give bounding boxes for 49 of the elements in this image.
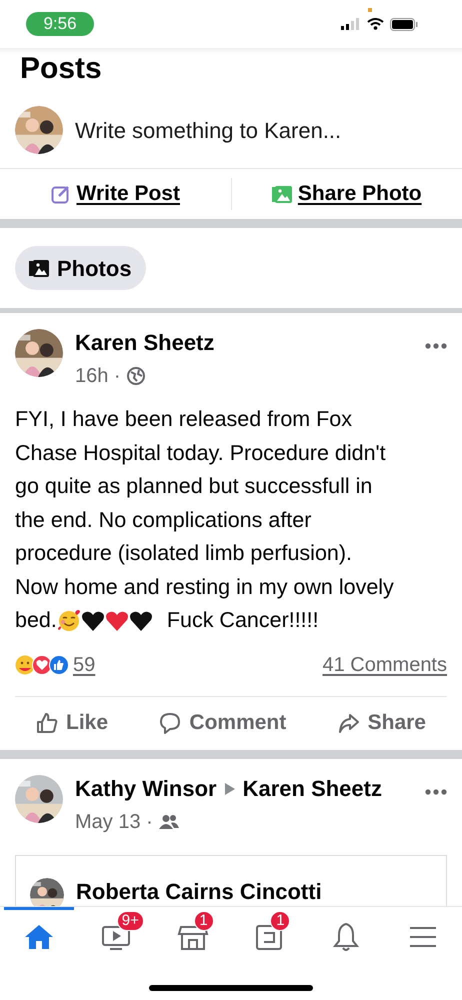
page-title: Posts [19, 54, 103, 87]
author-name[interactable]: Kathy Winsor [75, 774, 217, 802]
edit-icon [50, 184, 71, 204]
post-text: procedure (isolated limb perfusion). [15, 540, 352, 567]
post-text: Fuck Cancer!!!!! [166, 607, 319, 634]
reaction-count[interactable]: 59 [73, 650, 96, 680]
photos-icon [29, 258, 49, 278]
signal-icon [341, 18, 361, 30]
share-photo-button[interactable]: Share Photo [272, 178, 422, 210]
write-post-button[interactable]: Write Post [50, 178, 180, 210]
heart-icon [104, 610, 129, 632]
author-name[interactable]: Karen Sheetz [75, 329, 214, 357]
post-text: bed. [15, 607, 57, 634]
battery-icon [390, 18, 418, 30]
like-button[interactable]: Like [36, 706, 108, 738]
wifi-icon [367, 18, 384, 30]
clock-pill: 9:56 [26, 12, 94, 36]
author-name[interactable]: Roberta Cairns Cincotti [76, 878, 322, 904]
like-reaction-icon [49, 654, 69, 674]
post-text: Now home and resting in my own lovely [15, 574, 394, 600]
post-text: Chase Hospital today. Procedure didn't [15, 440, 386, 466]
image-icon [272, 184, 292, 204]
composer-field[interactable]: Write something to Karen... [75, 114, 342, 146]
thumbs-up-icon [36, 712, 58, 734]
hug-emoji-icon [15, 654, 35, 674]
notification-badge: 1 [194, 911, 214, 931]
comment-button[interactable]: Comment [159, 706, 286, 738]
heart-icon [80, 610, 105, 632]
selected-indicator [4, 907, 74, 910]
post-text: go quite as planned but successfull in [15, 473, 372, 500]
globe-icon [126, 367, 145, 385]
photos-chip[interactable]: Photos [15, 246, 146, 290]
post-time: May 13 · [75, 810, 153, 834]
share-arrow-icon [338, 712, 360, 734]
author-name[interactable]: Karen Sheetz [242, 774, 382, 802]
post-text: FYI, I have been released from Fox [15, 406, 352, 433]
people-icon [158, 814, 179, 830]
comments-link[interactable]: 41 Comments [322, 650, 447, 680]
triangle-icon [224, 782, 235, 794]
more-options-icon[interactable] [425, 788, 447, 794]
share-button[interactable]: Share [338, 706, 426, 738]
speech-bubble-icon [159, 712, 182, 734]
smiling-face-icon [56, 608, 81, 633]
notification-badge: 1 [270, 911, 290, 931]
notification-badge: 9+ [116, 911, 144, 931]
more-options-icon[interactable] [425, 343, 447, 349]
post-time: 16h · [75, 364, 121, 389]
post-text: the end. No complications after [15, 506, 312, 534]
heart-icon [128, 610, 153, 632]
